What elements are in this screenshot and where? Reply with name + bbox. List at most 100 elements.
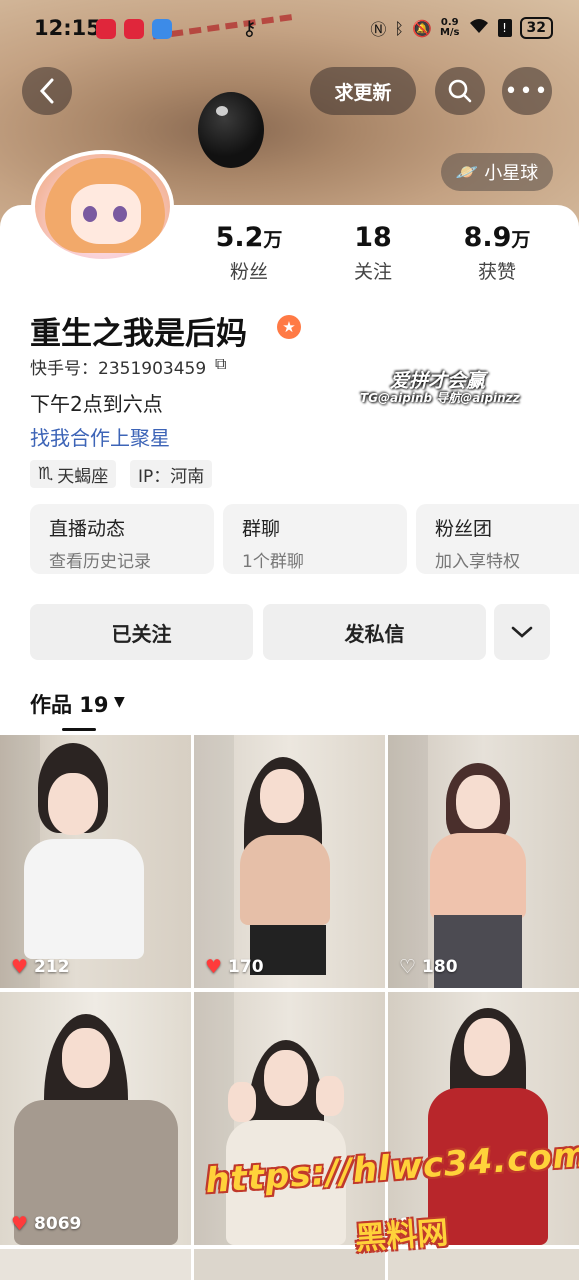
- video-thumbnail[interactable]: [0, 1249, 191, 1280]
- heart-filled-icon: ♥: [11, 956, 29, 978]
- thumb-person-shirt: [430, 833, 526, 919]
- like-count-value: 180: [422, 957, 458, 977]
- stat-unit: 万: [263, 229, 283, 251]
- like-count: ♡ 180: [399, 956, 458, 978]
- expand-button[interactable]: [494, 604, 550, 660]
- watermark-subtext: TG@aipinb 导航@aipinzz: [360, 391, 520, 405]
- stat-likes[interactable]: 8.9万 获赞: [437, 222, 557, 284]
- watermark-site-name: 黑料网: [354, 1214, 450, 1258]
- stat-label: 粉丝: [229, 261, 268, 283]
- notification-app-icon: [124, 19, 144, 39]
- entry-live-history[interactable]: 直播动态 查看历史记录: [30, 504, 214, 574]
- stat-following[interactable]: 18 关注: [313, 222, 433, 284]
- planet-icon: 🪐: [455, 161, 479, 183]
- tab-works[interactable]: 作品 19: [30, 689, 109, 719]
- like-count: ♥ 8069: [11, 1213, 81, 1235]
- chevron-down-icon: [511, 626, 533, 638]
- stat-number: 18: [354, 222, 392, 253]
- stat-number: 5.2: [215, 222, 264, 253]
- video-thumbnail[interactable]: ♡ 180: [388, 735, 579, 988]
- verified-star-icon[interactable]: ★: [277, 315, 301, 339]
- stat-value: 8.9万: [437, 222, 557, 253]
- wifi-icon: [468, 17, 490, 39]
- stat-value: 5.2万: [189, 222, 309, 253]
- video-thumbnail[interactable]: ♥ 8069: [0, 992, 191, 1245]
- entry-subtitle: 查看历史记录: [49, 552, 151, 572]
- status-time: 12:15: [34, 16, 101, 40]
- chevron-left-icon: [39, 78, 54, 104]
- thumb-person-hand: [228, 1082, 256, 1122]
- stat-unit: 万: [511, 229, 531, 251]
- like-count: ♥ 212: [11, 956, 70, 978]
- profile-name: 重生之我是后妈: [30, 316, 247, 352]
- thumb-person-face: [456, 775, 500, 829]
- followed-button[interactable]: 已关注: [30, 604, 253, 660]
- cooperation-link[interactable]: 找我合作上聚星: [30, 422, 170, 451]
- copy-icon[interactable]: ⧉: [215, 354, 226, 374]
- thumb-person-hand: [316, 1076, 344, 1116]
- video-thumbnail[interactable]: 9: [388, 992, 579, 1245]
- status-bar: 12:15 ⚷ Ⓝ ᛒ 🔕 0.9 M/s ! 32: [0, 0, 579, 58]
- heart-outline-icon: ♡: [399, 956, 417, 978]
- entry-title: 直播动态: [49, 518, 126, 540]
- video-thumbnail[interactable]: ♥ 212: [0, 735, 191, 988]
- like-count-value: 8069: [34, 1214, 82, 1234]
- entry-subtitle: 加入享特权: [435, 552, 520, 572]
- avatar[interactable]: [31, 150, 174, 263]
- back-button[interactable]: [22, 67, 72, 115]
- thumb-person-face: [48, 773, 98, 835]
- like-count-value: 212: [34, 957, 70, 977]
- search-icon: [448, 79, 472, 103]
- battery-indicator: 32: [519, 17, 553, 39]
- like-count: ♥ 170: [205, 956, 264, 978]
- entry-group-chat[interactable]: 群聊 1个群聊: [223, 504, 407, 574]
- profile-bio: 下午2点到六点: [30, 392, 163, 416]
- stat-fans[interactable]: 5.2万 粉丝: [189, 222, 309, 284]
- stat-number: 8.9: [463, 222, 512, 253]
- stat-label: 关注: [353, 261, 392, 283]
- entry-fan-club[interactable]: 粉丝团 加入享特权: [416, 504, 579, 574]
- notification-app-icon: [152, 19, 172, 39]
- tag-label: IP：河南: [138, 466, 205, 487]
- key-icon: ⚷: [242, 16, 257, 40]
- like-count-value: 170: [228, 957, 264, 977]
- nfc-icon: Ⓝ: [370, 20, 387, 39]
- avatar-face: [71, 184, 141, 244]
- thumb-person-face: [62, 1028, 110, 1088]
- planet-button[interactable]: 🪐 小星球: [441, 153, 553, 191]
- heart-filled-icon: ♥: [205, 956, 223, 978]
- thumb-door: [388, 735, 428, 988]
- net-speed-unit: M/s: [439, 27, 460, 38]
- more-button[interactable]: •••: [502, 67, 552, 115]
- net-speed: 0.9 M/s: [440, 18, 460, 38]
- stat-value: 18: [313, 222, 433, 253]
- cover-plush-nose: [198, 92, 264, 168]
- request-update-button[interactable]: 求更新: [310, 67, 416, 115]
- tag-label: 天蝎座: [57, 466, 109, 487]
- status-indicators: Ⓝ ᛒ 🔕 0.9 M/s ! 32: [370, 16, 553, 40]
- caret-down-icon[interactable]: ▼: [114, 694, 125, 710]
- thumb-person-face: [264, 1050, 308, 1106]
- entry-title: 粉丝团: [435, 518, 493, 540]
- search-button[interactable]: [435, 67, 485, 115]
- tag-zodiac: ♏ 天蝎座: [30, 460, 117, 488]
- stat-label: 获赞: [477, 261, 516, 283]
- video-thumbnail[interactable]: [194, 992, 385, 1245]
- more-dots-icon: •••: [504, 78, 550, 104]
- entry-subtitle: 1个群聊: [242, 552, 304, 572]
- thumb-person-face: [260, 769, 304, 823]
- video-thumbnail[interactable]: ♥ 170: [194, 735, 385, 988]
- thumb-person-shirt: [24, 839, 144, 959]
- send-message-button[interactable]: 发私信: [263, 604, 486, 660]
- mute-icon: 🔕: [412, 18, 432, 38]
- sim-alert-icon: !: [497, 19, 512, 37]
- thumb-person-face: [464, 1018, 510, 1076]
- heart-filled-icon: ♥: [11, 1213, 29, 1235]
- zodiac-icon: ♏: [38, 464, 54, 484]
- entry-title: 群聊: [242, 518, 281, 540]
- notification-app-icon: [96, 19, 116, 39]
- thumb-person-shirt: [240, 835, 330, 925]
- bluetooth-icon: ᛒ: [394, 18, 405, 38]
- planet-label: 小星球: [484, 163, 539, 184]
- avatar-eye: [113, 206, 127, 222]
